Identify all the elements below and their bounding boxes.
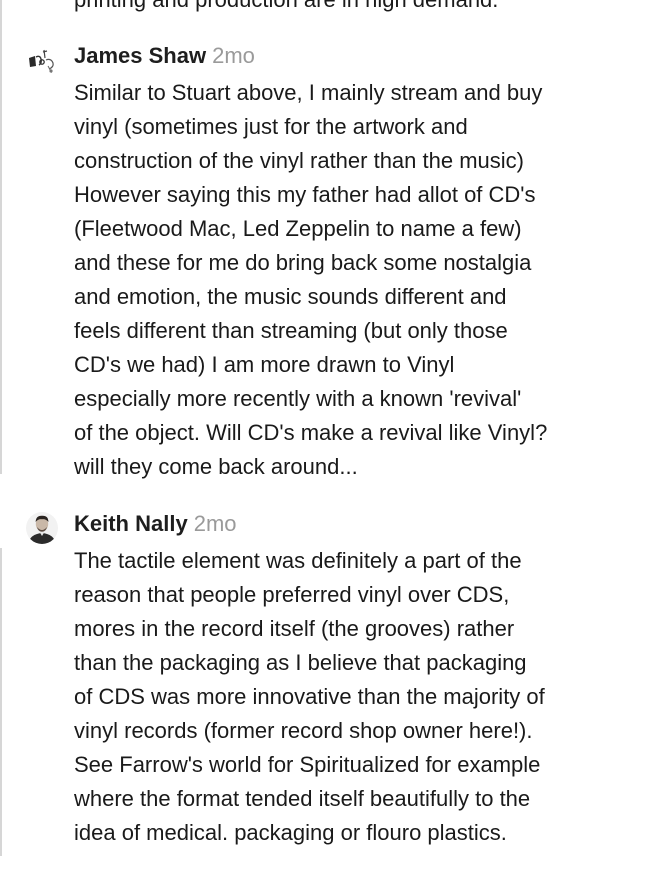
comment-header: James Shaw 2mo (74, 38, 255, 74)
author-name[interactable]: James Shaw (74, 43, 206, 68)
comment-text-line: idea of medical. packaging or flouro pla… (74, 820, 507, 845)
author-name[interactable]: Keith Nally (74, 511, 188, 536)
comment-text-line: of CDS was more innovative than the majo… (74, 684, 545, 709)
previous-comment-text: printing and production are in high dema… (74, 0, 498, 17)
comment-text-line: feels different than streaming (but only… (74, 318, 508, 343)
comment-text-line: and these for me do bring back some nost… (74, 250, 532, 275)
comment-body: The tactile element was definitely a par… (74, 544, 634, 850)
comment-text-line: and emotion, the music sounds different … (74, 284, 507, 309)
comment-text-line: reason that people preferred vinyl over … (74, 582, 510, 607)
comment-text-line: will they come back around... (74, 454, 358, 479)
thread-line (0, 0, 2, 474)
comment-text-line: mores in the record itself (the grooves)… (74, 616, 515, 641)
comment-text-line: vinyl (sometimes just for the artwork an… (74, 114, 468, 139)
comment-text-line: However saying this my father had allot … (74, 182, 536, 207)
comment-body: Similar to Stuart above, I mainly stream… (74, 76, 634, 484)
comment-header: Keith Nally 2mo (74, 506, 237, 542)
comment-text-line: CD's we had) I am more drawn to Vinyl (74, 352, 455, 377)
comment-text-line: Similar to Stuart above, I mainly stream… (74, 80, 543, 105)
comment-text-line: (Fleetwood Mac, Led Zeppelin to name a f… (74, 216, 522, 241)
line-drawing-avatar-icon[interactable] (26, 44, 58, 76)
comment-text-line: The tactile element was definitely a par… (74, 548, 522, 573)
comment-text-line: of the object. Will CD's make a revival … (74, 420, 548, 445)
thread-line (0, 548, 2, 856)
comment-timestamp: 2mo (212, 43, 255, 68)
comment-timestamp: 2mo (193, 511, 237, 536)
comment-text-line: vinyl records (former record shop owner … (74, 718, 533, 743)
portrait-avatar-icon[interactable] (26, 512, 58, 544)
comment-text-line: than the packaging as I believe that pac… (74, 650, 527, 675)
comment-text-line: especially more recently with a known 'r… (74, 386, 522, 411)
comment-text-line: where the format tended itself beautiful… (74, 786, 531, 811)
comment-text-line: See Farrow's world for Spiritualized for… (74, 752, 541, 777)
comment-text-line: construction of the vinyl rather than th… (74, 148, 524, 173)
